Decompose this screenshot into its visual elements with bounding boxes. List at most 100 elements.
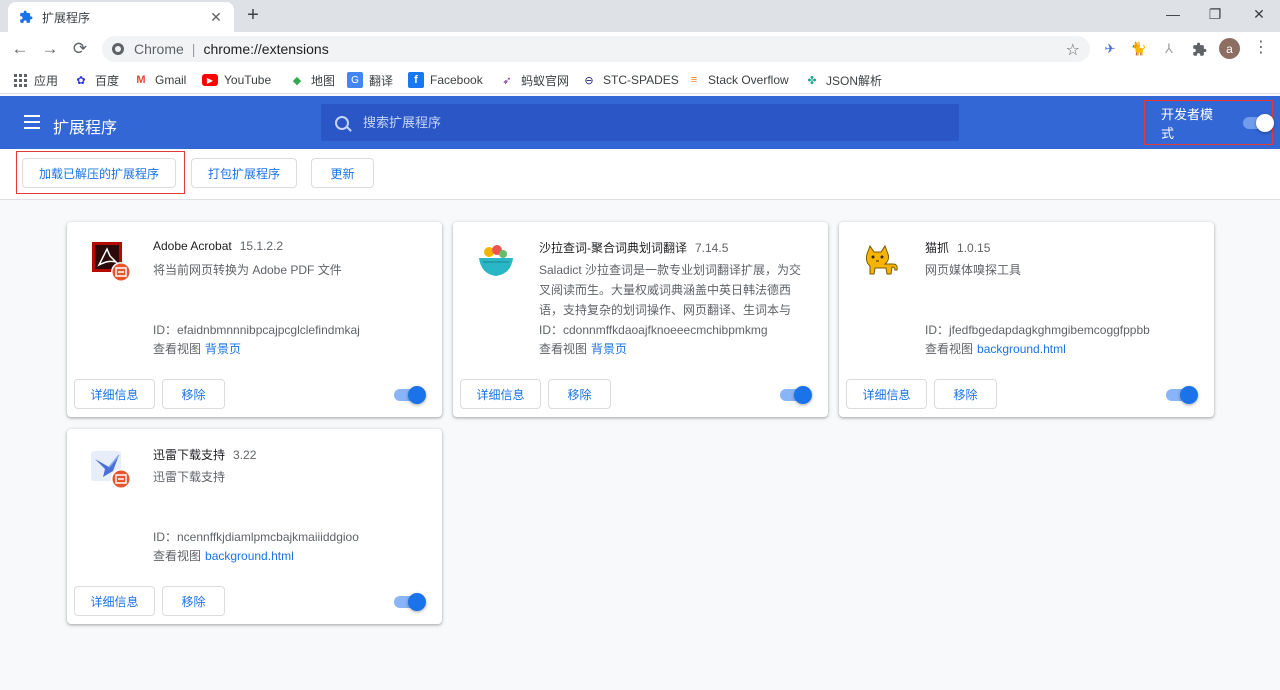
address-bar[interactable]: Chrome | chrome://extensions ☆ — [102, 36, 1090, 62]
extension-enable-toggle[interactable] — [394, 593, 426, 611]
back-arrow-icon[interactable]: ← — [8, 37, 32, 61]
bookmark-maps[interactable]: ◆ 地图 — [289, 70, 335, 90]
bookmark-label: YouTube — [224, 73, 272, 87]
page-title: 扩展程序 — [53, 120, 118, 137]
card-title-row: 沙拉查词-聚合词典划词翻译 7.14.5 — [539, 239, 728, 256]
extension-description: Saladict 沙拉查词是一款专业划词翻译扩展，为交叉阅读而生。大量权威词典涵… — [539, 263, 802, 317]
bookmark-youtube[interactable]: ▶ YouTube — [202, 70, 271, 90]
bookmark-stc-spades[interactable]: ⊖ STC-SPADES — [581, 70, 679, 90]
bookmark-label: 百度 — [95, 73, 120, 88]
extension-enable-toggle[interactable] — [780, 386, 812, 404]
maps-icon: ◆ — [292, 74, 302, 87]
background-html-link[interactable]: background.html — [205, 549, 294, 563]
bookmark-ant[interactable]: ➶ 蚂蚁官网 — [499, 70, 569, 90]
bookmarks-bar: 应用 ✿ 百度 M Gmail ▶ YouTube ◆ 地图 G 翻译 f Fa… — [0, 66, 1280, 94]
more-menu-icon[interactable]: ⋮ — [1253, 39, 1269, 59]
search-icon — [335, 115, 349, 130]
background-page-link[interactable]: 背景页 — [205, 342, 241, 356]
update-button[interactable]: 更新 — [311, 158, 374, 188]
extension-description: 将当前网页转换为 Adobe PDF 文件 — [153, 263, 342, 277]
inspect-views-label: 查看视图 — [925, 342, 974, 356]
details-button[interactable]: 详细信息 — [74, 586, 155, 616]
card-title-row: 猫抓 1.0.15 — [925, 239, 990, 256]
extension-card-maozhua: 猫抓 1.0.15 网页媒体嗅探工具 ID：jfedfbgedapdagkghm… — [839, 222, 1214, 417]
remove-button[interactable]: 移除 — [162, 586, 225, 616]
extension-version: 7.14.5 — [695, 241, 729, 255]
bookmark-star-icon[interactable]: ☆ — [1066, 40, 1080, 60]
remove-button[interactable]: 移除 — [548, 379, 611, 409]
tab-title: 扩展程序 — [42, 10, 91, 25]
inspect-views: 查看视图 background.html — [925, 340, 1066, 357]
profile-avatar[interactable]: a — [1219, 38, 1240, 59]
extension-version: 15.1.2.2 — [239, 239, 284, 253]
bookmark-baidu[interactable]: ✿ 百度 — [73, 70, 119, 90]
details-button[interactable]: 详细信息 — [846, 379, 927, 409]
bookmark-label: 地图 — [311, 73, 336, 88]
close-window-button[interactable]: ✕ — [1236, 0, 1280, 28]
cat-icon — [861, 240, 903, 282]
inspect-views-label: 查看视图 — [539, 342, 588, 356]
developer-mode-control: 开发者模式 — [1144, 100, 1274, 145]
hamburger-menu-icon[interactable] — [24, 115, 40, 129]
background-page-link[interactable]: 背景页 — [591, 342, 627, 356]
details-button[interactable]: 详细信息 — [74, 379, 155, 409]
extension-card-adobe-acrobat: Adobe Acrobat 15.1.2.2 将当前网页转换为 Adobe PD… — [67, 222, 442, 417]
developer-toolbar: 加载已解压的扩展程序 打包扩展程序 更新 — [0, 149, 1280, 200]
youtube-icon: ▶ — [202, 74, 218, 86]
restore-button[interactable]: ❐ — [1192, 0, 1238, 28]
saladict-bowl-icon — [475, 240, 517, 282]
tab-extensions[interactable]: 扩展程序 ✕ — [8, 2, 234, 32]
close-tab-icon[interactable]: ✕ — [208, 9, 224, 25]
card-title-row: Adobe Acrobat 15.1.2.2 — [153, 239, 283, 253]
developer-mode-toggle[interactable] — [1242, 113, 1274, 132]
bookmark-json[interactable]: ✤ JSON解析 — [804, 70, 882, 90]
remove-button[interactable]: 移除 — [162, 379, 225, 409]
bookmark-gmail[interactable]: M Gmail — [133, 70, 186, 90]
translate-icon: G — [347, 72, 363, 88]
stc-icon: ⊖ — [584, 74, 594, 87]
bookmark-label: 应用 — [34, 73, 59, 88]
bookmark-facebook[interactable]: f Facebook — [408, 70, 483, 90]
extension-version: 1.0.15 — [957, 241, 991, 255]
cat-extension-icon[interactable]: 🐈 — [1130, 40, 1148, 58]
remove-button[interactable]: 移除 — [934, 379, 997, 409]
extension-id: ID：ncennffkjdiamlpmcbajkmaiiiddgioo — [153, 530, 359, 544]
inspect-views-label: 查看视图 — [153, 342, 202, 356]
xunlei-bird-icon — [89, 447, 131, 489]
search-input[interactable] — [363, 115, 923, 130]
reload-icon[interactable]: ⟳ — [68, 37, 92, 61]
extension-enable-toggle[interactable] — [394, 386, 426, 404]
card-title-row: 迅雷下载支持 3.22 — [153, 446, 256, 463]
extension-name: 猫抓 — [925, 241, 950, 255]
bookmark-apps[interactable]: 应用 — [12, 70, 58, 90]
xunlei-bird-icon[interactable]: ✈ — [1101, 40, 1119, 58]
extensions-puzzle-icon[interactable] — [1190, 40, 1208, 58]
forward-arrow-icon[interactable]: → — [38, 37, 62, 61]
acrobat-extension-icon[interactable]: ⅄ — [1160, 40, 1178, 58]
stackoverflow-icon: ≡ — [690, 74, 698, 86]
omnibox-url: chrome://extensions — [203, 41, 329, 57]
puzzle-icon — [18, 9, 34, 25]
extension-enable-toggle[interactable] — [1166, 386, 1198, 404]
details-button[interactable]: 详细信息 — [460, 379, 541, 409]
extension-id: ID：cdonnmffkdaoajfknoeeecmchibpmkmg — [539, 323, 768, 337]
extension-id: ID：efaidnbmnnnibpcajpcglclefindmkaj — [153, 323, 360, 337]
extension-name: 沙拉查词-聚合词典划词翻译 — [539, 241, 687, 255]
new-tab-button[interactable]: + — [243, 5, 263, 26]
minimize-button[interactable]: — — [1150, 0, 1196, 28]
gmail-icon: M — [136, 74, 146, 86]
facebook-icon: f — [408, 72, 424, 88]
bookmark-label: Stack Overflow — [708, 73, 789, 87]
bookmark-translate[interactable]: G 翻译 — [347, 70, 393, 90]
chrome-site-icon — [112, 43, 124, 55]
bookmark-stack-overflow[interactable]: ≡ Stack Overflow — [686, 70, 789, 90]
background-html-link[interactable]: background.html — [977, 342, 1066, 356]
search-box[interactable] — [321, 104, 959, 141]
bookmark-label: Facebook — [430, 73, 483, 87]
pack-extension-button[interactable]: 打包扩展程序 — [191, 158, 297, 188]
bookmark-label: STC-SPADES — [603, 73, 679, 87]
load-unpacked-button[interactable]: 加载已解压的扩展程序 — [22, 158, 176, 188]
extensions-header: 扩展程序 开发者模式 — [0, 96, 1280, 149]
omnibox-separator: | — [191, 41, 196, 57]
bookmark-label: 蚂蚁官网 — [521, 73, 570, 88]
